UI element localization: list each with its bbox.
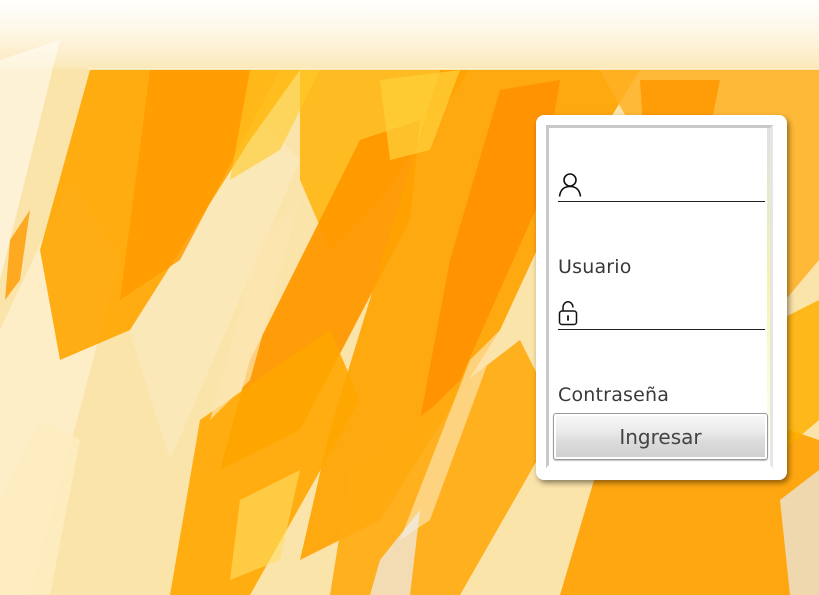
username-label: Usuario	[558, 256, 632, 278]
username-field	[558, 172, 765, 202]
password-input[interactable]	[588, 303, 763, 325]
username-input[interactable]	[588, 175, 763, 197]
login-screen: Usuario Contraseña Ingresar	[0, 0, 819, 595]
lock-icon	[558, 301, 578, 326]
banner-divider	[88, 68, 819, 69]
login-button[interactable]: Ingresar	[553, 413, 768, 460]
top-fade-banner	[0, 0, 819, 70]
password-label: Contraseña	[558, 384, 670, 406]
user-icon	[558, 173, 582, 197]
password-field	[558, 300, 765, 330]
